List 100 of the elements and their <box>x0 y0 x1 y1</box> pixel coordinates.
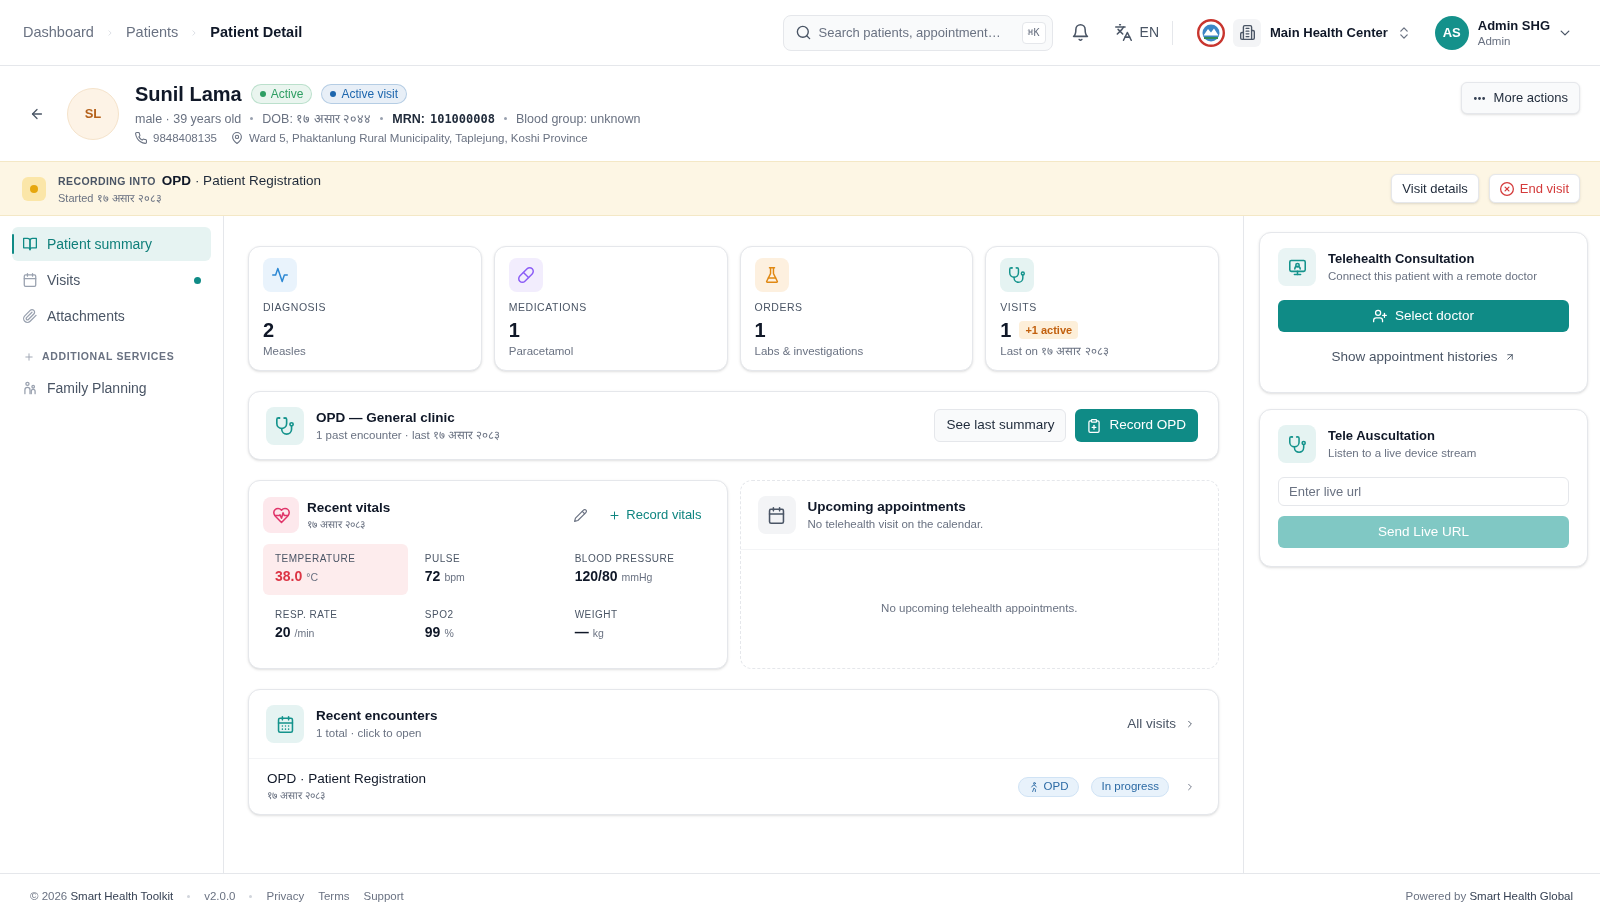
footer-link[interactable]: Privacy <box>266 887 305 906</box>
walking-person-icon <box>1028 781 1039 792</box>
patient-avatar: SL <box>67 87 119 140</box>
service-title: OPD — General clinic <box>316 408 456 427</box>
stat-count: 1 <box>508 318 520 342</box>
search-field[interactable]: Search patients, appointment… ⌘K <box>782 14 1053 51</box>
card-subtitle: Connect this patient with a remote doctor <box>1328 269 1538 284</box>
stat-detail: Paracetamol <box>508 344 575 359</box>
vital-label: WEIGHT <box>574 608 619 621</box>
chevron-right-icon <box>1185 719 1195 729</box>
translate-icon <box>1114 24 1132 41</box>
vital-label: BLOOD PRESSURE <box>574 552 676 565</box>
flask-icon <box>754 258 789 292</box>
visit-details-button[interactable]: Visit details <box>1391 174 1479 203</box>
paperclip-icon <box>23 309 37 323</box>
record-vitals-link[interactable]: Record vitals <box>609 505 702 525</box>
chevron-right-icon <box>105 28 114 37</box>
facility-name[interactable]: Main Health Center <box>1270 22 1388 43</box>
vital-label: TEMPERATURE <box>275 552 357 565</box>
card-title: Upcoming appointments <box>807 498 967 516</box>
card-title: Tele Auscultation <box>1328 427 1436 445</box>
stethoscope-icon <box>266 406 304 445</box>
patient-name: Sunil Lama <box>135 81 242 107</box>
see-last-summary-button[interactable]: See last summary <box>934 409 1067 442</box>
user-plus-icon <box>1373 309 1388 323</box>
card-subtitle: Listen to a live device stream <box>1328 446 1477 461</box>
calendar-icon <box>757 496 796 534</box>
more-actions-button[interactable]: More actions <box>1460 82 1580 114</box>
stat-label: VISITS <box>1000 300 1038 314</box>
blood-group: Blood group: unknown <box>515 109 641 128</box>
sidebar-item[interactable]: Family Planning <box>12 371 211 405</box>
appointment-histories-link[interactable]: Show appointment histories <box>1331 347 1516 368</box>
sidebar-item[interactable]: Patient summary <box>12 227 211 261</box>
stat-detail: Labs & investigations <box>754 344 865 359</box>
vital-value: 20 <box>275 623 291 642</box>
plus-icon <box>609 509 621 521</box>
record-opd-button[interactable]: Record OPD <box>1075 409 1198 442</box>
user-name: Admin SHG <box>1477 16 1550 34</box>
service-subtitle: 1 past encounter · last १७ असार २०८३ <box>316 427 501 443</box>
stethoscope-icon <box>1000 258 1035 292</box>
building-icon <box>1233 18 1261 47</box>
card-subtitle: 1 total · click to open <box>316 726 423 741</box>
user-avatar[interactable]: AS <box>1434 15 1469 50</box>
breadcrumb-link[interactable]: Patients <box>125 21 179 44</box>
vital-label: PULSE <box>424 552 462 565</box>
search-icon <box>795 25 811 40</box>
encounter-title[interactable]: OPD · Patient Registration <box>267 770 427 788</box>
vital-value: 120/80 <box>574 567 618 586</box>
map-pin-icon <box>230 132 243 144</box>
vital-label: SPO2 <box>424 608 455 621</box>
language-button[interactable]: EN <box>1114 22 1159 43</box>
vital-unit: mmHg <box>621 570 653 585</box>
status-label: Active <box>270 85 304 103</box>
stat-count: 1 <box>754 318 766 342</box>
date-of-birth: DOB: १७ असार २०४४ <box>262 110 372 128</box>
footer-link[interactable]: Terms <box>318 887 350 906</box>
stat-count: 2 <box>263 318 275 342</box>
status-label: Active visit <box>341 85 399 103</box>
bell-icon[interactable] <box>1071 24 1089 41</box>
empty-state-text: No upcoming telehealth appointments. <box>881 601 1078 617</box>
vital-unit: % <box>444 626 454 641</box>
vital-value: 38.0 <box>275 567 303 586</box>
card-title: Recent encounters <box>316 707 438 725</box>
search-input[interactable]: Search patients, appointment… <box>818 22 1018 43</box>
stat-label: DIAGNOSIS <box>263 300 328 314</box>
mrn-value: 101000008 <box>429 110 495 128</box>
recording-start-time: Started १७ असार २०८३ <box>58 191 163 207</box>
sidebar-item[interactable]: Attachments <box>12 299 211 333</box>
card-subtitle: No telehealth visit on the calendar. <box>807 517 984 532</box>
stat-detail: Measles <box>263 344 307 359</box>
phone-icon <box>135 132 147 144</box>
vital-unit: bpm <box>444 570 465 585</box>
arrow-up-right-icon <box>1505 352 1516 363</box>
monitor-icon <box>1278 248 1316 286</box>
card-title: Recent vitals <box>307 498 391 517</box>
status-badge: In progress <box>1091 776 1169 797</box>
emblem-icon <box>1197 18 1225 47</box>
all-visits-link[interactable]: All visits <box>1127 713 1195 735</box>
encounter-date: १७ असार २०८३ <box>267 788 326 803</box>
pencil-icon[interactable] <box>574 508 588 522</box>
family-icon <box>23 381 37 395</box>
phone-number: 9848408135 <box>153 130 217 146</box>
stat-label: MEDICATIONS <box>508 300 588 314</box>
vital-unit: kg <box>592 626 604 641</box>
stethoscope-icon <box>1278 425 1316 463</box>
heart-pulse-icon <box>263 497 299 533</box>
vital-unit: /min <box>294 626 315 641</box>
sidebar-item[interactable]: Visits <box>12 263 211 297</box>
vitals-date: १७ असार २०८३ <box>307 516 366 532</box>
select-doctor-button[interactable]: Select doctor <box>1278 300 1569 332</box>
breadcrumb-link[interactable]: Dashboard <box>23 21 94 44</box>
end-visit-button[interactable]: End visit <box>1488 174 1580 203</box>
footer-link[interactable]: Support <box>363 887 404 906</box>
recording-title: OPD · Patient Registration <box>161 171 321 190</box>
vital-label: RESP. RATE <box>275 608 339 621</box>
section-heading: ADDITIONAL SERVICES <box>42 349 175 365</box>
recording-label: RECORDING INTO <box>58 173 156 189</box>
active-badge: +1 active <box>1019 321 1079 339</box>
card-title: Telehealth Consultation <box>1328 250 1476 268</box>
version-text: v2.0.0 <box>204 888 236 904</box>
